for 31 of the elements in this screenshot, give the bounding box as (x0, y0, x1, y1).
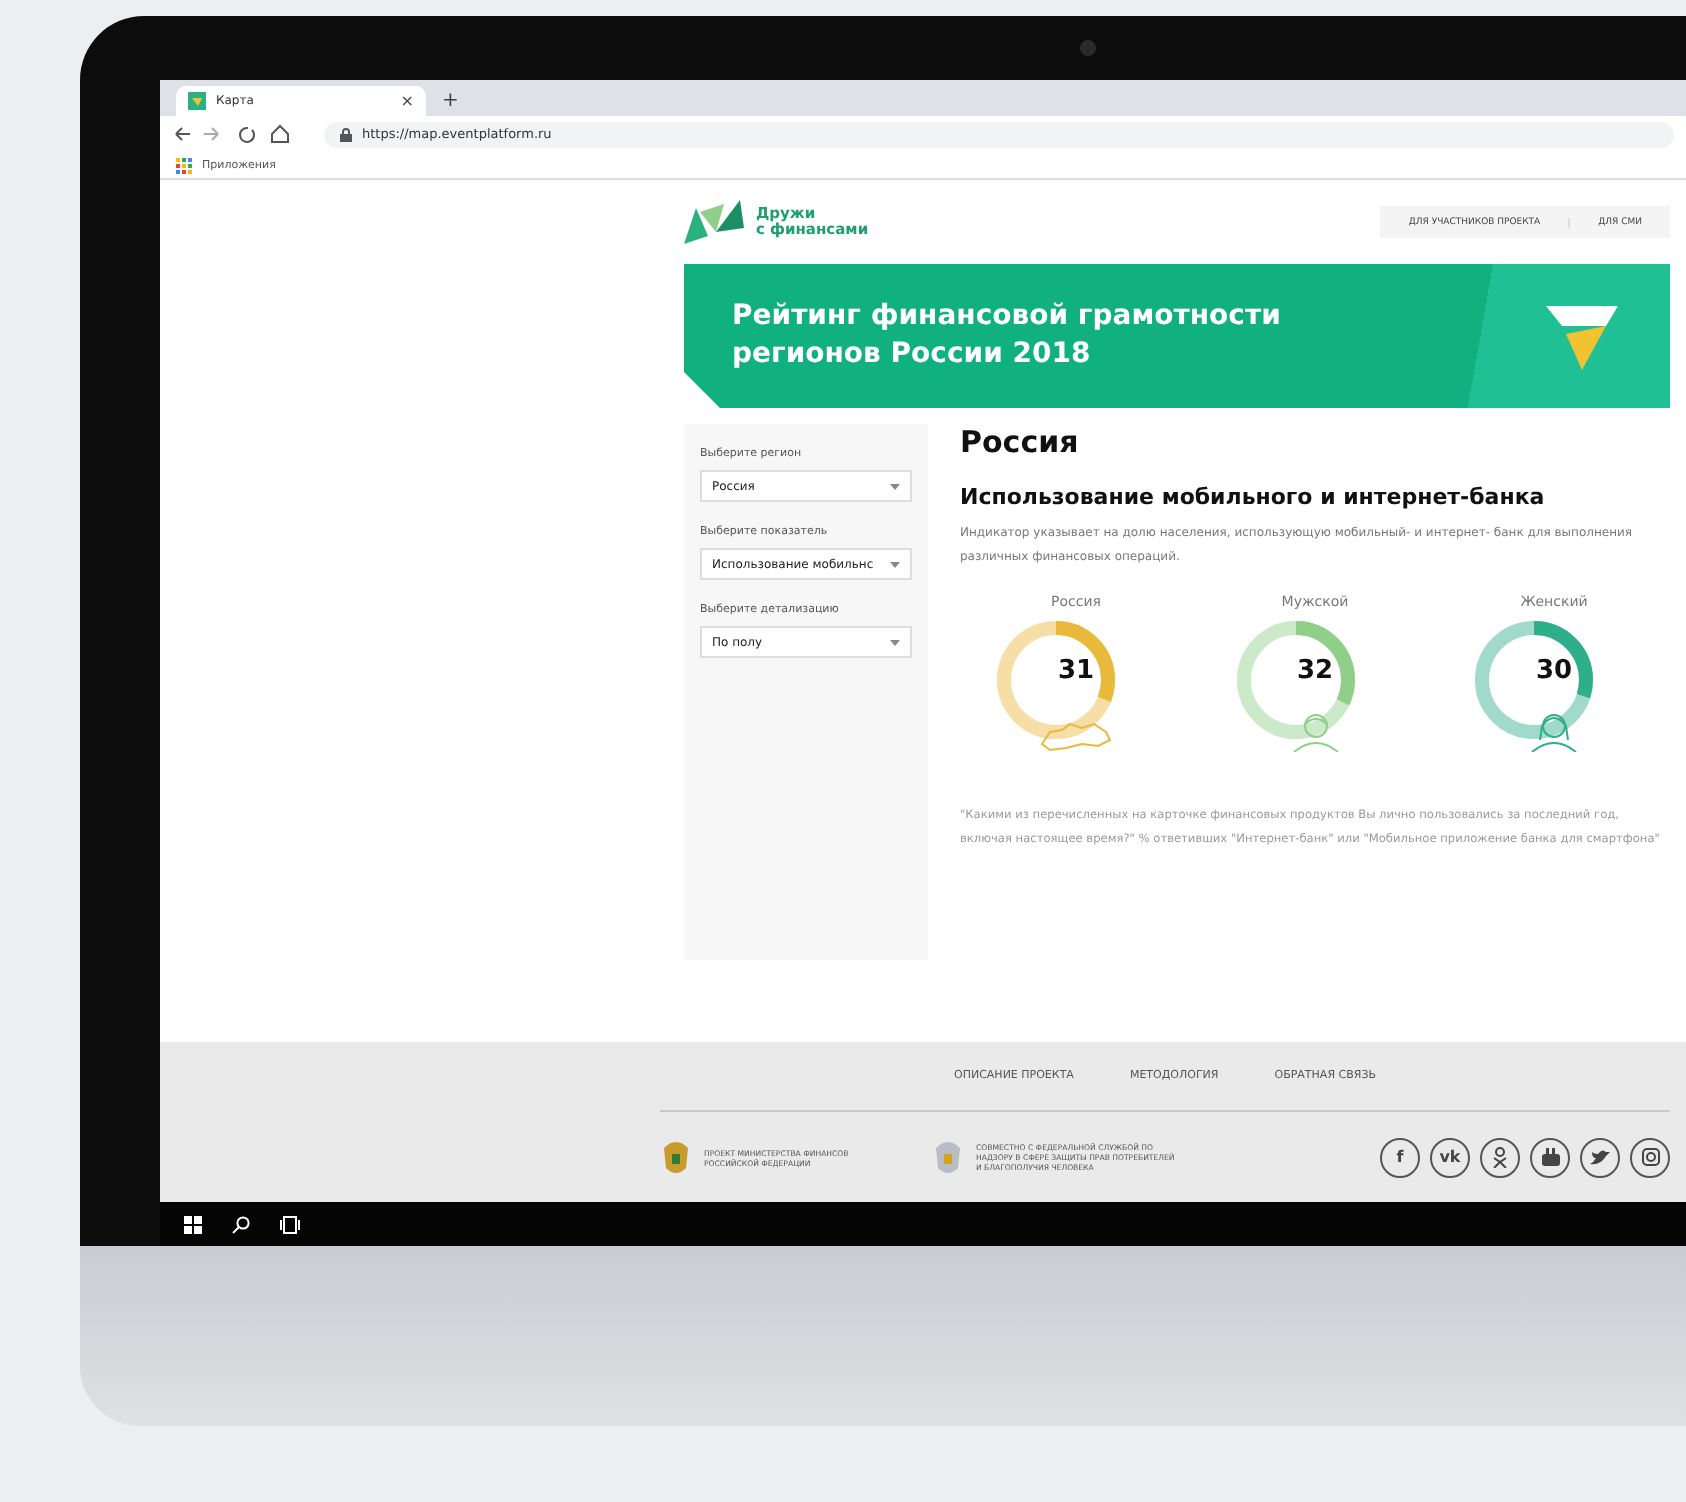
gauge-value: 31 (1055, 656, 1097, 686)
caret-icon (890, 483, 900, 489)
emblem-icon (932, 1139, 964, 1175)
new-tab-button[interactable]: + (442, 86, 459, 116)
windows-start-icon[interactable] (184, 1215, 202, 1233)
instagram-icon[interactable] (1630, 1137, 1670, 1177)
emblem-icon (660, 1139, 692, 1175)
close-tab-button[interactable]: × (400, 92, 414, 110)
banner-title: Рейтинг финансовой грамотности регионов России 2018 (732, 298, 1283, 374)
man-avatar-icon (1289, 712, 1341, 752)
gauge-value: 30 (1533, 656, 1575, 686)
youtube-icon[interactable] (1530, 1137, 1570, 1177)
ok-icon[interactable] (1480, 1137, 1520, 1177)
woman-avatar-icon (1528, 712, 1580, 752)
indicator-heading: Использование мобильного и интернет-банка (960, 484, 1547, 510)
region-heading: Россия (960, 424, 1081, 460)
checkmark-logo-icon (1546, 302, 1618, 370)
apps-grid-icon[interactable] (176, 157, 192, 173)
task-view-icon[interactable] (280, 1215, 300, 1233)
logo-icon (684, 196, 748, 248)
gauge-value: 32 (1294, 656, 1336, 686)
russia-map-icon (1038, 720, 1114, 752)
lock-icon (340, 127, 352, 141)
caret-icon (890, 561, 900, 567)
search-icon[interactable] (232, 1215, 250, 1233)
caret-icon (890, 639, 900, 645)
favicon-icon (188, 92, 206, 110)
twitter-icon[interactable] (1580, 1137, 1620, 1177)
vk-icon[interactable]: vk (1430, 1137, 1470, 1177)
webcam-dot (1080, 40, 1096, 56)
facebook-icon[interactable]: f (1380, 1137, 1420, 1177)
